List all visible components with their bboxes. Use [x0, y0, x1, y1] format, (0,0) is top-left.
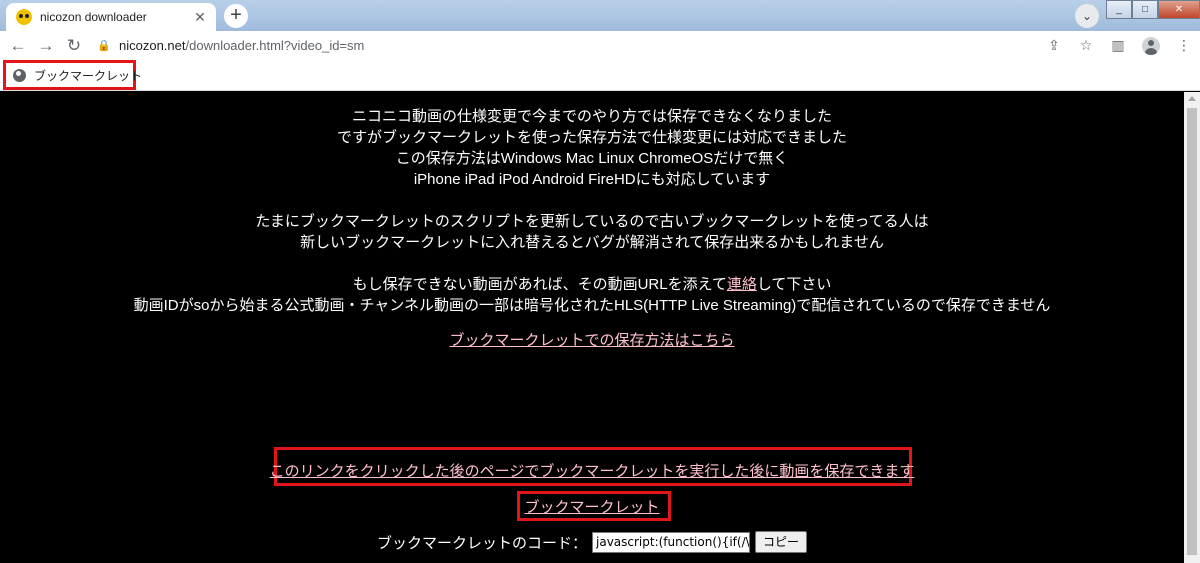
- intro-line: ニコニコ動画の仕様変更で今までのやり方では保存できなくなりました: [351, 108, 832, 125]
- contact-text-after: して下さい: [756, 276, 832, 293]
- lock-icon[interactable]: 🔒: [95, 39, 113, 52]
- reload-icon[interactable]: ↻: [60, 36, 88, 56]
- encrypted-video-note: 動画IDがsoから始まる公式動画・チャンネル動画の一部は暗号化されたHLS(HT…: [133, 297, 1051, 314]
- intro-line: iPhone iPad iPod Android FireHDにも対応しています: [413, 171, 771, 188]
- contact-text-before: もし保存できない動画があれば、その動画URLを添えて: [352, 276, 727, 293]
- url-host: nicozon.net: [119, 38, 186, 53]
- intro-line: この保存方法はWindows Mac Linux ChromeOSだけで無く: [395, 150, 789, 167]
- back-icon[interactable]: ←: [4, 36, 32, 56]
- close-tab-icon[interactable]: ✕: [192, 9, 208, 26]
- window-controls: _ □ ✕: [1106, 0, 1200, 20]
- tab-title: nicozon downloader: [40, 10, 147, 24]
- side-panel-icon[interactable]: ▥: [1102, 37, 1134, 54]
- new-tab-button[interactable]: +: [224, 4, 248, 28]
- window-close-button[interactable]: ✕: [1158, 0, 1200, 19]
- bookmarks-bar: ブックマークレット: [0, 60, 1200, 91]
- maximize-button[interactable]: □: [1132, 0, 1158, 19]
- bookmark-label: ブックマークレット: [34, 68, 143, 83]
- forward-icon[interactable]: →: [32, 36, 60, 56]
- bookmark-item-bookmarklet[interactable]: ブックマークレット: [3, 60, 142, 90]
- copy-button[interactable]: コピー: [755, 531, 808, 553]
- browser-tab[interactable]: nicozon downloader ✕: [6, 3, 216, 31]
- bookmark-star-icon[interactable]: ☆: [1070, 37, 1102, 54]
- save-instructions-link[interactable]: このリンクをクリックした後のページでブックマークレットを実行した後に動画を保存で…: [270, 463, 915, 480]
- contact-link[interactable]: 連絡: [727, 276, 757, 293]
- page-scrollbar[interactable]: [1184, 92, 1200, 563]
- nicozon-favicon-icon: [16, 9, 32, 25]
- howto-row: ブックマークレットでの保存方法はこちら: [0, 330, 1184, 351]
- click-link-row: このリンクをクリックした後のページでブックマークレットを実行した後に動画を保存で…: [0, 460, 1184, 481]
- code-label: ブックマークレットのコード：: [376, 534, 587, 552]
- update-notice-paragraph: たまにブックマークレットのスクリプトを更新しているので古いブックマークレットを使…: [0, 211, 1184, 253]
- address-bar[interactable]: 🔒 nicozon.net/downloader.html?video_id=s…: [95, 33, 1110, 58]
- contact-paragraph: もし保存できない動画があれば、その動画URLを添えて連絡して下さい 動画IDがs…: [0, 274, 1184, 316]
- intro-paragraph: ニコニコ動画の仕様変更で今までのやり方では保存できなくなりました ですがブックマ…: [0, 106, 1184, 190]
- toolbar-actions: ⇪ ☆ ▥ ⋮: [1038, 31, 1200, 60]
- contact-line: もし保存できない動画があれば、その動画URLを添えて連絡して下さい: [0, 274, 1184, 295]
- scrollbar-thumb[interactable]: [1187, 108, 1197, 555]
- intro-line: ですがブックマークレットを使った保存方法で仕様変更には対応できました: [336, 129, 847, 146]
- url-text: nicozon.net/downloader.html?video_id=sm: [119, 38, 364, 53]
- share-icon[interactable]: ⇪: [1038, 37, 1070, 54]
- browser-toolbar: ← → ↻ 🔒 nicozon.net/downloader.html?vide…: [0, 31, 1200, 60]
- minimize-button[interactable]: _: [1106, 0, 1132, 19]
- notice-line: たまにブックマークレットのスクリプトを更新しているので古いブックマークレットを使…: [255, 213, 929, 230]
- profile-avatar-icon[interactable]: [1142, 36, 1160, 55]
- globe-icon: [13, 68, 26, 82]
- bookmarklet-link-row: ブックマークレット: [0, 496, 1184, 517]
- page-content: ニコニコ動画の仕様変更で今までのやり方では保存できなくなりました ですがブックマ…: [0, 92, 1184, 563]
- scroll-up-arrow-icon[interactable]: [1188, 96, 1196, 101]
- howto-link[interactable]: ブックマークレットでの保存方法はこちら: [449, 332, 734, 349]
- tab-strip: nicozon downloader ✕ + ⌄ _ □ ✕: [0, 0, 1200, 31]
- menu-kebab-icon[interactable]: ⋮: [1168, 37, 1200, 54]
- url-path: /downloader.html?video_id=sm: [185, 38, 365, 53]
- bookmarklet-code-field[interactable]: javascript:(function(){if(/\.nicc: [592, 531, 750, 553]
- tab-search-icon[interactable]: ⌄: [1075, 4, 1099, 28]
- bookmarklet-code-row: ブックマークレットのコード： javascript:(function(){if…: [0, 531, 1184, 553]
- bookmarklet-link[interactable]: ブックマークレット: [524, 499, 659, 516]
- notice-line: 新しいブックマークレットに入れ替えるとバグが解消されて保存出来るかもしれません: [300, 234, 884, 251]
